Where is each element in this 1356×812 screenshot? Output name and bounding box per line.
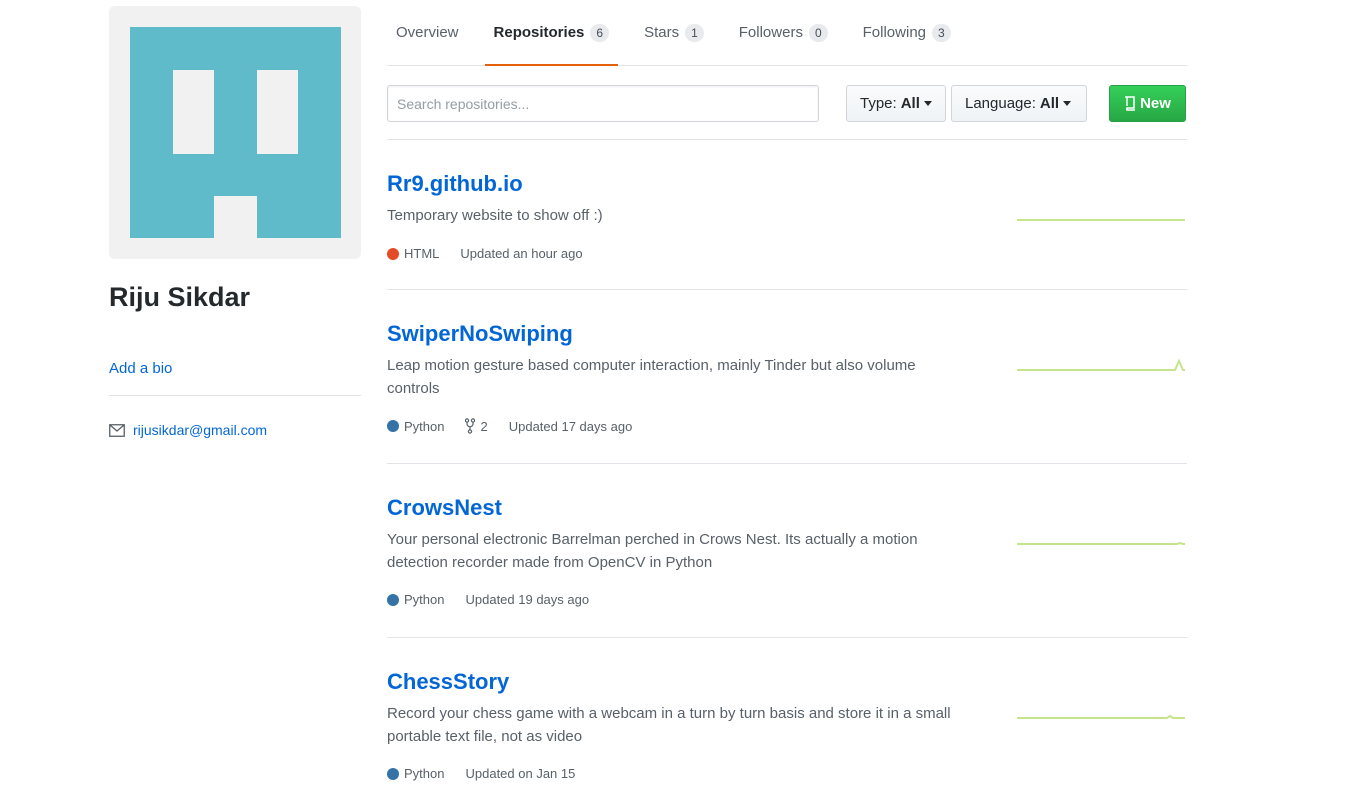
type-filter-label: Type: xyxy=(860,95,897,112)
repo-filter-bar: Type: All Language: All New xyxy=(387,66,1187,140)
language-filter-dropdown[interactable]: Language: All xyxy=(951,85,1087,122)
stars-count-badge: 1 xyxy=(685,23,704,42)
repo-language-label: Python xyxy=(404,766,445,781)
repo-icon xyxy=(1125,96,1136,111)
repo-name-link[interactable]: SwiperNoSwiping xyxy=(387,320,573,348)
repo-list-item: Rr9.github.io Temporary website to show … xyxy=(387,140,1187,290)
repo-description: Temporary website to show off :) xyxy=(387,207,603,224)
repo-name-link[interactable]: Rr9.github.io xyxy=(387,170,523,198)
activity-sparkline xyxy=(1017,541,1185,545)
profile-sidebar: Riju Sikdar Add a bio rijusikdar@gmail.c… xyxy=(109,6,361,438)
tab-label: Overview xyxy=(396,24,459,41)
tab-following[interactable]: Following 3 xyxy=(854,0,960,65)
repositories-count-badge: 6 xyxy=(590,23,610,42)
repo-meta: Python Updated 19 days ago xyxy=(387,592,610,607)
language-filter-value: All xyxy=(1039,95,1060,112)
chevron-down-icon xyxy=(1063,101,1072,106)
repo-description: Record your chess game with a webcam in … xyxy=(387,705,951,745)
identicon-block xyxy=(298,70,341,154)
mail-icon xyxy=(109,423,125,437)
repo-updated: Updated on Jan 15 xyxy=(465,766,576,781)
repo-meta: Python 2 Updated 17 days ago xyxy=(387,418,653,434)
new-repository-button[interactable]: New xyxy=(1109,85,1186,122)
repo-language-label: Python xyxy=(404,418,445,434)
email-row: rijusikdar@gmail.com xyxy=(109,422,361,438)
avatar[interactable] xyxy=(109,6,361,259)
tab-repositories[interactable]: Repositories 6 xyxy=(484,0,619,66)
identicon-block xyxy=(130,154,341,196)
identicon-block xyxy=(130,27,341,70)
sidebar-divider xyxy=(109,395,361,396)
tab-label: Stars xyxy=(644,24,680,41)
language-filter-label: Language: xyxy=(965,95,1036,112)
repo-description: Leap motion gesture based computer inter… xyxy=(387,357,916,397)
repo-updated: Updated 19 days ago xyxy=(465,592,590,607)
activity-sparkline xyxy=(1017,219,1185,221)
tab-label: Repositories xyxy=(493,24,585,41)
repo-list-item: CrowsNest Your personal electronic Barre… xyxy=(387,464,1187,638)
profile-tabs: Overview Repositories 6 Stars 1 Follower… xyxy=(387,0,1187,66)
tab-label: Followers xyxy=(738,24,803,41)
language-color-dot xyxy=(387,420,399,432)
identicon-block xyxy=(130,70,173,154)
repo-name-link[interactable]: CrowsNest xyxy=(387,494,502,522)
email-link[interactable]: rijusikdar@gmail.com xyxy=(133,422,267,438)
repo-language: Python xyxy=(387,592,444,607)
repo-language: HTML xyxy=(387,246,439,261)
repo-description: Your personal electronic Barrelman perch… xyxy=(387,531,918,571)
language-color-dot xyxy=(387,767,399,780)
repo-language-label: Python xyxy=(404,592,445,607)
search-repositories-input[interactable] xyxy=(387,85,819,122)
repo-updated: Updated 17 days ago xyxy=(508,418,633,434)
identicon-block xyxy=(257,196,341,238)
repo-language: Python xyxy=(387,766,444,781)
repo-language: Python xyxy=(387,419,444,434)
profile-name: Riju Sikdar xyxy=(109,282,251,312)
language-color-dot xyxy=(387,247,399,260)
repo-list-item: SwiperNoSwiping Leap motion gesture base… xyxy=(387,290,1187,464)
followers-count-badge: 0 xyxy=(808,23,828,42)
repo-forks-count: 2 xyxy=(480,418,488,434)
repo-list-item: ChessStory Record your chess game with a… xyxy=(387,638,1187,812)
repo-meta: HTML Updated an hour ago xyxy=(387,246,604,261)
type-filter-dropdown[interactable]: Type: All xyxy=(846,85,946,122)
add-bio-link[interactable]: Add a bio xyxy=(109,360,361,377)
repo-name-link[interactable]: ChessStory xyxy=(387,668,509,696)
type-filter-value: All xyxy=(900,95,920,112)
identicon-block xyxy=(130,196,214,238)
language-color-dot xyxy=(387,593,399,606)
tab-followers[interactable]: Followers 0 xyxy=(730,0,837,65)
repo-language-label: HTML xyxy=(404,246,440,261)
identicon-block xyxy=(214,70,257,154)
tab-stars[interactable]: Stars 1 xyxy=(635,0,713,65)
tab-label: Following xyxy=(862,24,927,41)
repo-meta: Python Updated on Jan 15 xyxy=(387,766,596,781)
main-content: Overview Repositories 6 Stars 1 Follower… xyxy=(387,0,1187,812)
fork-icon xyxy=(465,418,476,434)
activity-sparkline xyxy=(1017,714,1185,719)
tab-overview[interactable]: Overview xyxy=(387,0,468,65)
identicon-image xyxy=(130,27,341,238)
following-count-badge: 3 xyxy=(932,23,951,42)
repo-updated: Updated an hour ago xyxy=(460,246,583,261)
new-button-label: New xyxy=(1140,95,1171,112)
repo-forks-link[interactable]: 2 xyxy=(465,418,488,434)
activity-sparkline xyxy=(1017,358,1185,371)
chevron-down-icon xyxy=(923,101,932,106)
